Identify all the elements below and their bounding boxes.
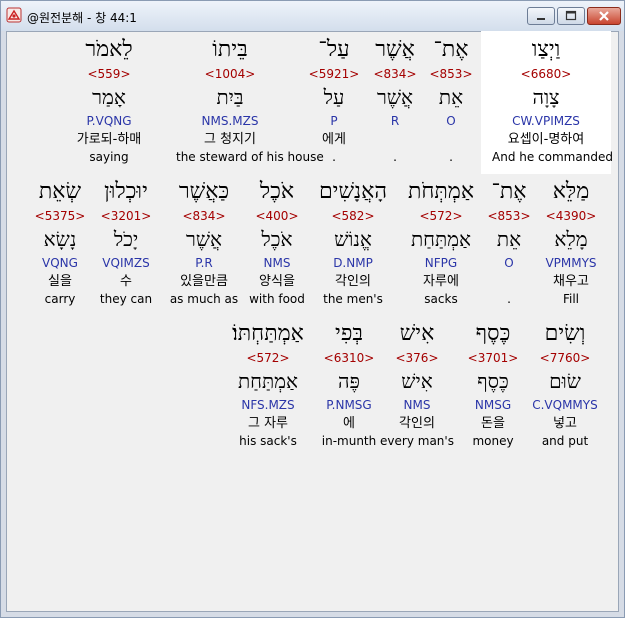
english-gloss: saying xyxy=(89,150,129,164)
hebrew-word: לֵאמֹר xyxy=(85,37,133,62)
hebrew-word: אַמְתַּחְתּוֹ׃ xyxy=(232,321,304,346)
lemma-word: צָוָה xyxy=(532,85,560,109)
korean-gloss: 그 청지기 xyxy=(204,132,256,147)
english-gloss: the steward of his house xyxy=(176,150,324,164)
lemma-word: אַמְתַּחַת xyxy=(237,369,299,393)
lemma-word: עַל xyxy=(323,85,345,109)
korean-gloss: 요셉이-명하여 xyxy=(507,132,585,147)
window-title: @원전분해 - 창 44:1 xyxy=(27,11,137,25)
hebrew-word: עַל־ xyxy=(318,37,350,62)
minimize-button[interactable] xyxy=(527,7,555,25)
hebrew-word: בֵּיתוֹ xyxy=(212,37,248,62)
close-button[interactable] xyxy=(587,7,621,25)
english-gloss: his sack's xyxy=(239,434,297,448)
hebrew-word: שְׂאֵת xyxy=(38,179,82,204)
strong-number: <6680> xyxy=(520,67,572,81)
strong-number: <559> xyxy=(87,67,131,81)
hebrew-word: וַיְצַו xyxy=(531,37,561,62)
lemma-word: אָמַר xyxy=(92,85,126,109)
app-window: @원전분해 - 창 44:1 וַיְצַו <6680> צָוָה CW.VPIM… xyxy=(0,0,625,618)
korean-gloss: 에게 xyxy=(322,132,346,147)
maximize-icon xyxy=(565,10,577,21)
parse-code: CW.VPIMZS xyxy=(512,114,580,128)
strong-number: <5375> xyxy=(34,209,86,223)
parse-code: VQNG xyxy=(42,256,78,270)
app-icon[interactable] xyxy=(6,7,22,23)
korean-gloss: 가로되-하매 xyxy=(76,132,142,147)
maximize-button[interactable] xyxy=(557,7,585,25)
strong-number: <1004> xyxy=(204,67,256,81)
minimize-icon xyxy=(537,18,545,20)
english-gloss: carry xyxy=(44,292,76,306)
parse-code: P.VQNG xyxy=(86,114,132,128)
english-gloss: And he commanded xyxy=(492,150,613,164)
lemma-word: נָשָׂא xyxy=(43,227,77,251)
parse-code: NMS.MZS xyxy=(201,114,259,128)
korean-gloss: 채우고 xyxy=(553,274,589,289)
korean-gloss: 그 자루 xyxy=(247,416,288,431)
parse-code: P xyxy=(330,114,338,128)
korean-gloss: 실을 xyxy=(48,274,72,289)
strong-number: <5921> xyxy=(308,67,360,81)
strong-number: <572> xyxy=(246,351,290,365)
close-icon xyxy=(599,11,609,21)
title-bar[interactable]: @원전분해 - 창 44:1 xyxy=(1,1,624,31)
lemma-word: בַּיִת xyxy=(216,85,244,109)
parse-code: NFS.MZS xyxy=(241,398,295,412)
